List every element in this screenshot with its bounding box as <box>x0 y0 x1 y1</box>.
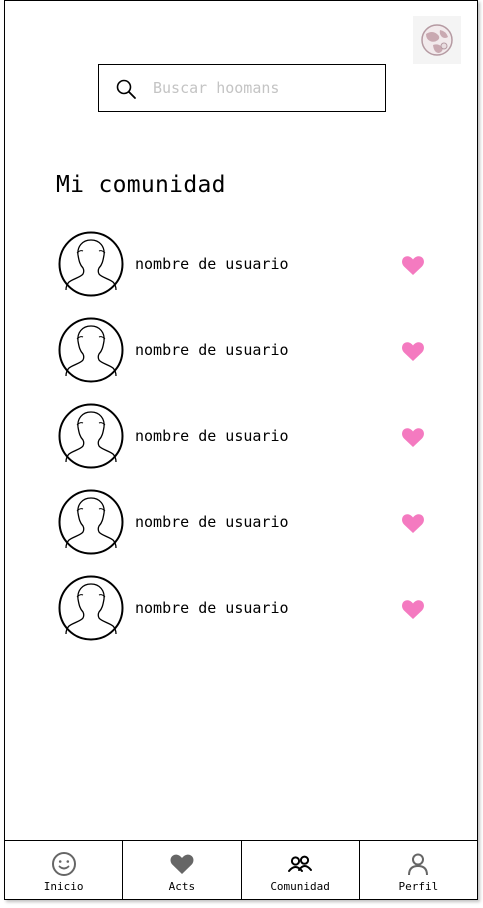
heart-icon[interactable] <box>401 254 425 276</box>
username-label: nombre de usuario <box>135 513 289 531</box>
nav-item-inicio[interactable]: Inicio <box>4 840 124 900</box>
nav-label: Acts <box>168 880 196 893</box>
search-bar[interactable] <box>98 64 386 112</box>
heart-icon[interactable] <box>401 512 425 534</box>
nav-item-perfil[interactable]: Perfil <box>359 840 478 900</box>
nav-label: Inicio <box>43 880 84 893</box>
globe-pet-logo-icon[interactable] <box>413 16 461 64</box>
avatar[interactable] <box>58 231 124 297</box>
list-item[interactable]: nombre de usuario <box>58 403 438 489</box>
page-title: Mi comunidad <box>56 172 226 198</box>
heart-icon[interactable] <box>401 340 425 362</box>
username-label: nombre de usuario <box>135 255 289 273</box>
smiley-icon <box>51 851 77 877</box>
heart-icon[interactable] <box>401 426 425 448</box>
avatar[interactable] <box>58 489 124 555</box>
heart-icon[interactable] <box>401 598 425 620</box>
username-label: nombre de usuario <box>135 341 289 359</box>
avatar[interactable] <box>58 575 124 641</box>
list-item[interactable]: nombre de usuario <box>58 231 438 317</box>
avatar[interactable] <box>58 403 124 469</box>
community-list: nombre de usuario nombre de usuario nomb… <box>58 231 438 661</box>
list-item[interactable]: nombre de usuario <box>58 489 438 575</box>
username-label: nombre de usuario <box>135 599 289 617</box>
avatar[interactable] <box>58 317 124 383</box>
person-icon <box>405 851 431 877</box>
nav-item-acts[interactable]: Acts <box>123 840 242 900</box>
nav-item-comunidad[interactable]: Comunidad <box>241 840 360 900</box>
nav-label: Perfil <box>398 880 439 893</box>
heart-icon <box>169 851 195 877</box>
list-item[interactable]: nombre de usuario <box>58 317 438 403</box>
search-input[interactable] <box>153 75 373 101</box>
nav-label: Comunidad <box>270 880 330 893</box>
username-label: nombre de usuario <box>135 427 289 445</box>
search-icon <box>116 79 136 99</box>
community-icon <box>287 851 313 877</box>
list-item[interactable]: nombre de usuario <box>58 575 438 661</box>
bottom-nav: Inicio Acts Comunidad Perfil <box>4 840 478 900</box>
